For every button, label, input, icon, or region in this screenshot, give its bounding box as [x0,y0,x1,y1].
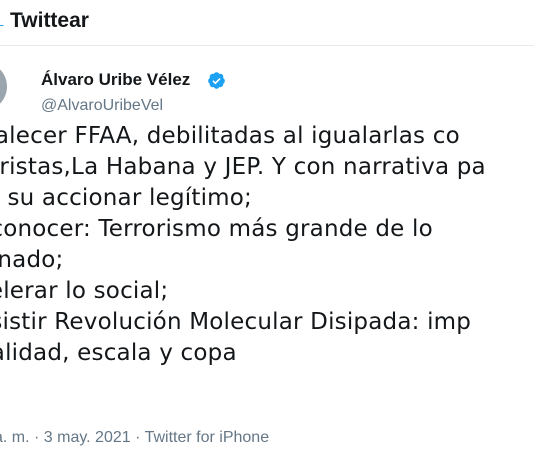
tweet-source[interactable]: Twitter for iPhone [145,429,270,446]
verified-badge-icon [208,72,225,89]
meta-separator: · [29,429,44,446]
tweet-meta: a. m. · 3 may. 2021 · Twitter for iPhone [0,428,269,448]
tweet-line: econocer: Terrorismo más grande de lo [0,216,433,242]
tweet-screen: ← Twittear Álvaro Uribe Vélez @AlvaroUri… [0,0,534,462]
tweet-date[interactable]: 3 may. 2021 [44,429,131,446]
tweet-line: ginado; [0,247,64,273]
tweet-line: rtalecer FFAA, debilitadas al igualarlas… [0,123,460,149]
tweet-line: celerar lo social; [0,278,169,304]
tweet-line: esistir Revolución Molecular Disipada: i… [0,309,472,335]
author-handle[interactable]: @AlvaroUribeVel [41,96,163,116]
tweet-line: ar su accionar legítimo; [0,185,252,211]
tweet-line: roristas,La Habana y JEP. Y con narrativ… [0,154,486,180]
tweet-line: nalidad, escala y copa [0,340,237,366]
tweet-text: rtalecer FFAA, debilitadas al igualarlas… [0,121,534,369]
meta-separator: · [130,429,145,446]
page-title: Twittear [10,9,89,32]
author-name[interactable]: Álvaro Uribe Vélez [41,70,190,90]
top-bar: ← Twittear [0,0,534,46]
tweet-time[interactable]: a. m. [0,429,30,446]
back-arrow-icon[interactable]: ← [0,7,10,37]
avatar[interactable] [0,62,7,111]
